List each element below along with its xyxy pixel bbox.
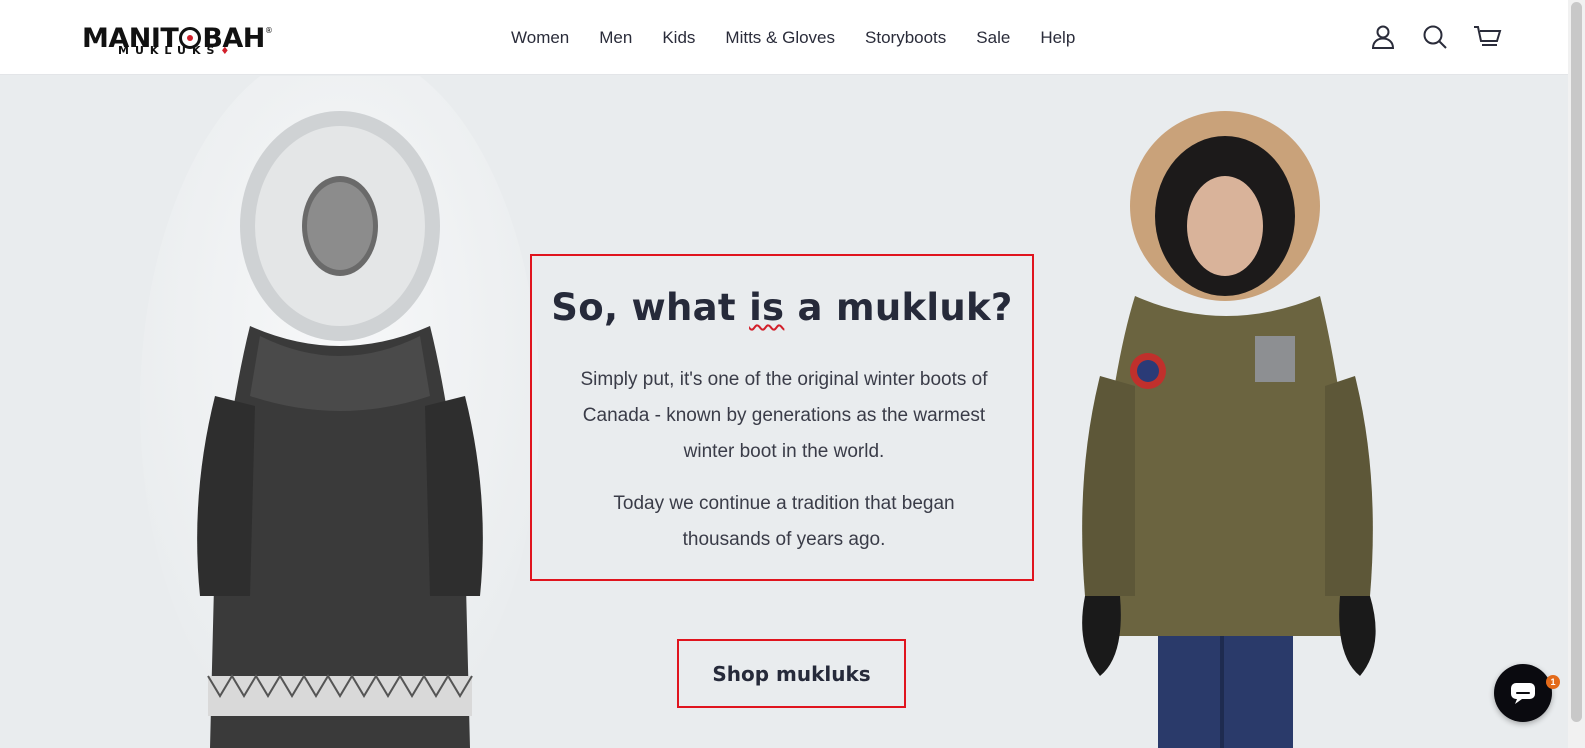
hero-headline: So, what is a mukluk? — [551, 286, 1013, 329]
historical-photo-figure — [140, 76, 540, 748]
page-scrollbar[interactable] — [1568, 0, 1585, 748]
chat-button[interactable] — [1494, 664, 1552, 722]
hero-paragraph-1: Simply put, it's one of the original win… — [580, 369, 988, 462]
nav-item-sale[interactable]: Sale — [976, 28, 1010, 48]
logo-subtitle: MUKLUKS♦ — [118, 44, 230, 57]
account-icon[interactable] — [1368, 22, 1398, 52]
nav-item-storyboots[interactable]: Storyboots — [865, 28, 946, 48]
headline-emphasis: is — [749, 286, 785, 329]
chat-notification-badge: 1 — [1546, 675, 1560, 689]
shop-mukluks-button[interactable]: Shop mukluks — [677, 639, 906, 708]
chat-icon — [1511, 683, 1535, 704]
scrollbar-thumb[interactable] — [1571, 2, 1582, 722]
search-icon[interactable] — [1420, 22, 1450, 52]
site-header: MANIT BAH® MUKLUKS♦ Women Men Kids Mitts … — [0, 0, 1568, 75]
nav-item-help[interactable]: Help — [1040, 28, 1075, 48]
nav-item-mitts-gloves[interactable]: Mitts & Gloves — [725, 28, 835, 48]
nav-item-women[interactable]: Women — [511, 28, 569, 48]
modern-photo-figure — [1082, 111, 1376, 748]
mukluk-info-box: So, what is a mukluk? Simply put, it's o… — [530, 254, 1034, 581]
nav-item-kids[interactable]: Kids — [662, 28, 695, 48]
cart-icon[interactable] — [1472, 22, 1502, 52]
manitobah-logo[interactable]: MANIT BAH® MUKLUKS♦ — [82, 16, 294, 58]
hero-paragraph-2: Today we continue a tradition that began… — [613, 493, 955, 550]
nav-item-men[interactable]: Men — [599, 28, 632, 48]
maple-leaf-icon: ♦ — [220, 46, 230, 57]
main-nav: Women Men Kids Mitts & Gloves Storyboots… — [496, 0, 1090, 75]
